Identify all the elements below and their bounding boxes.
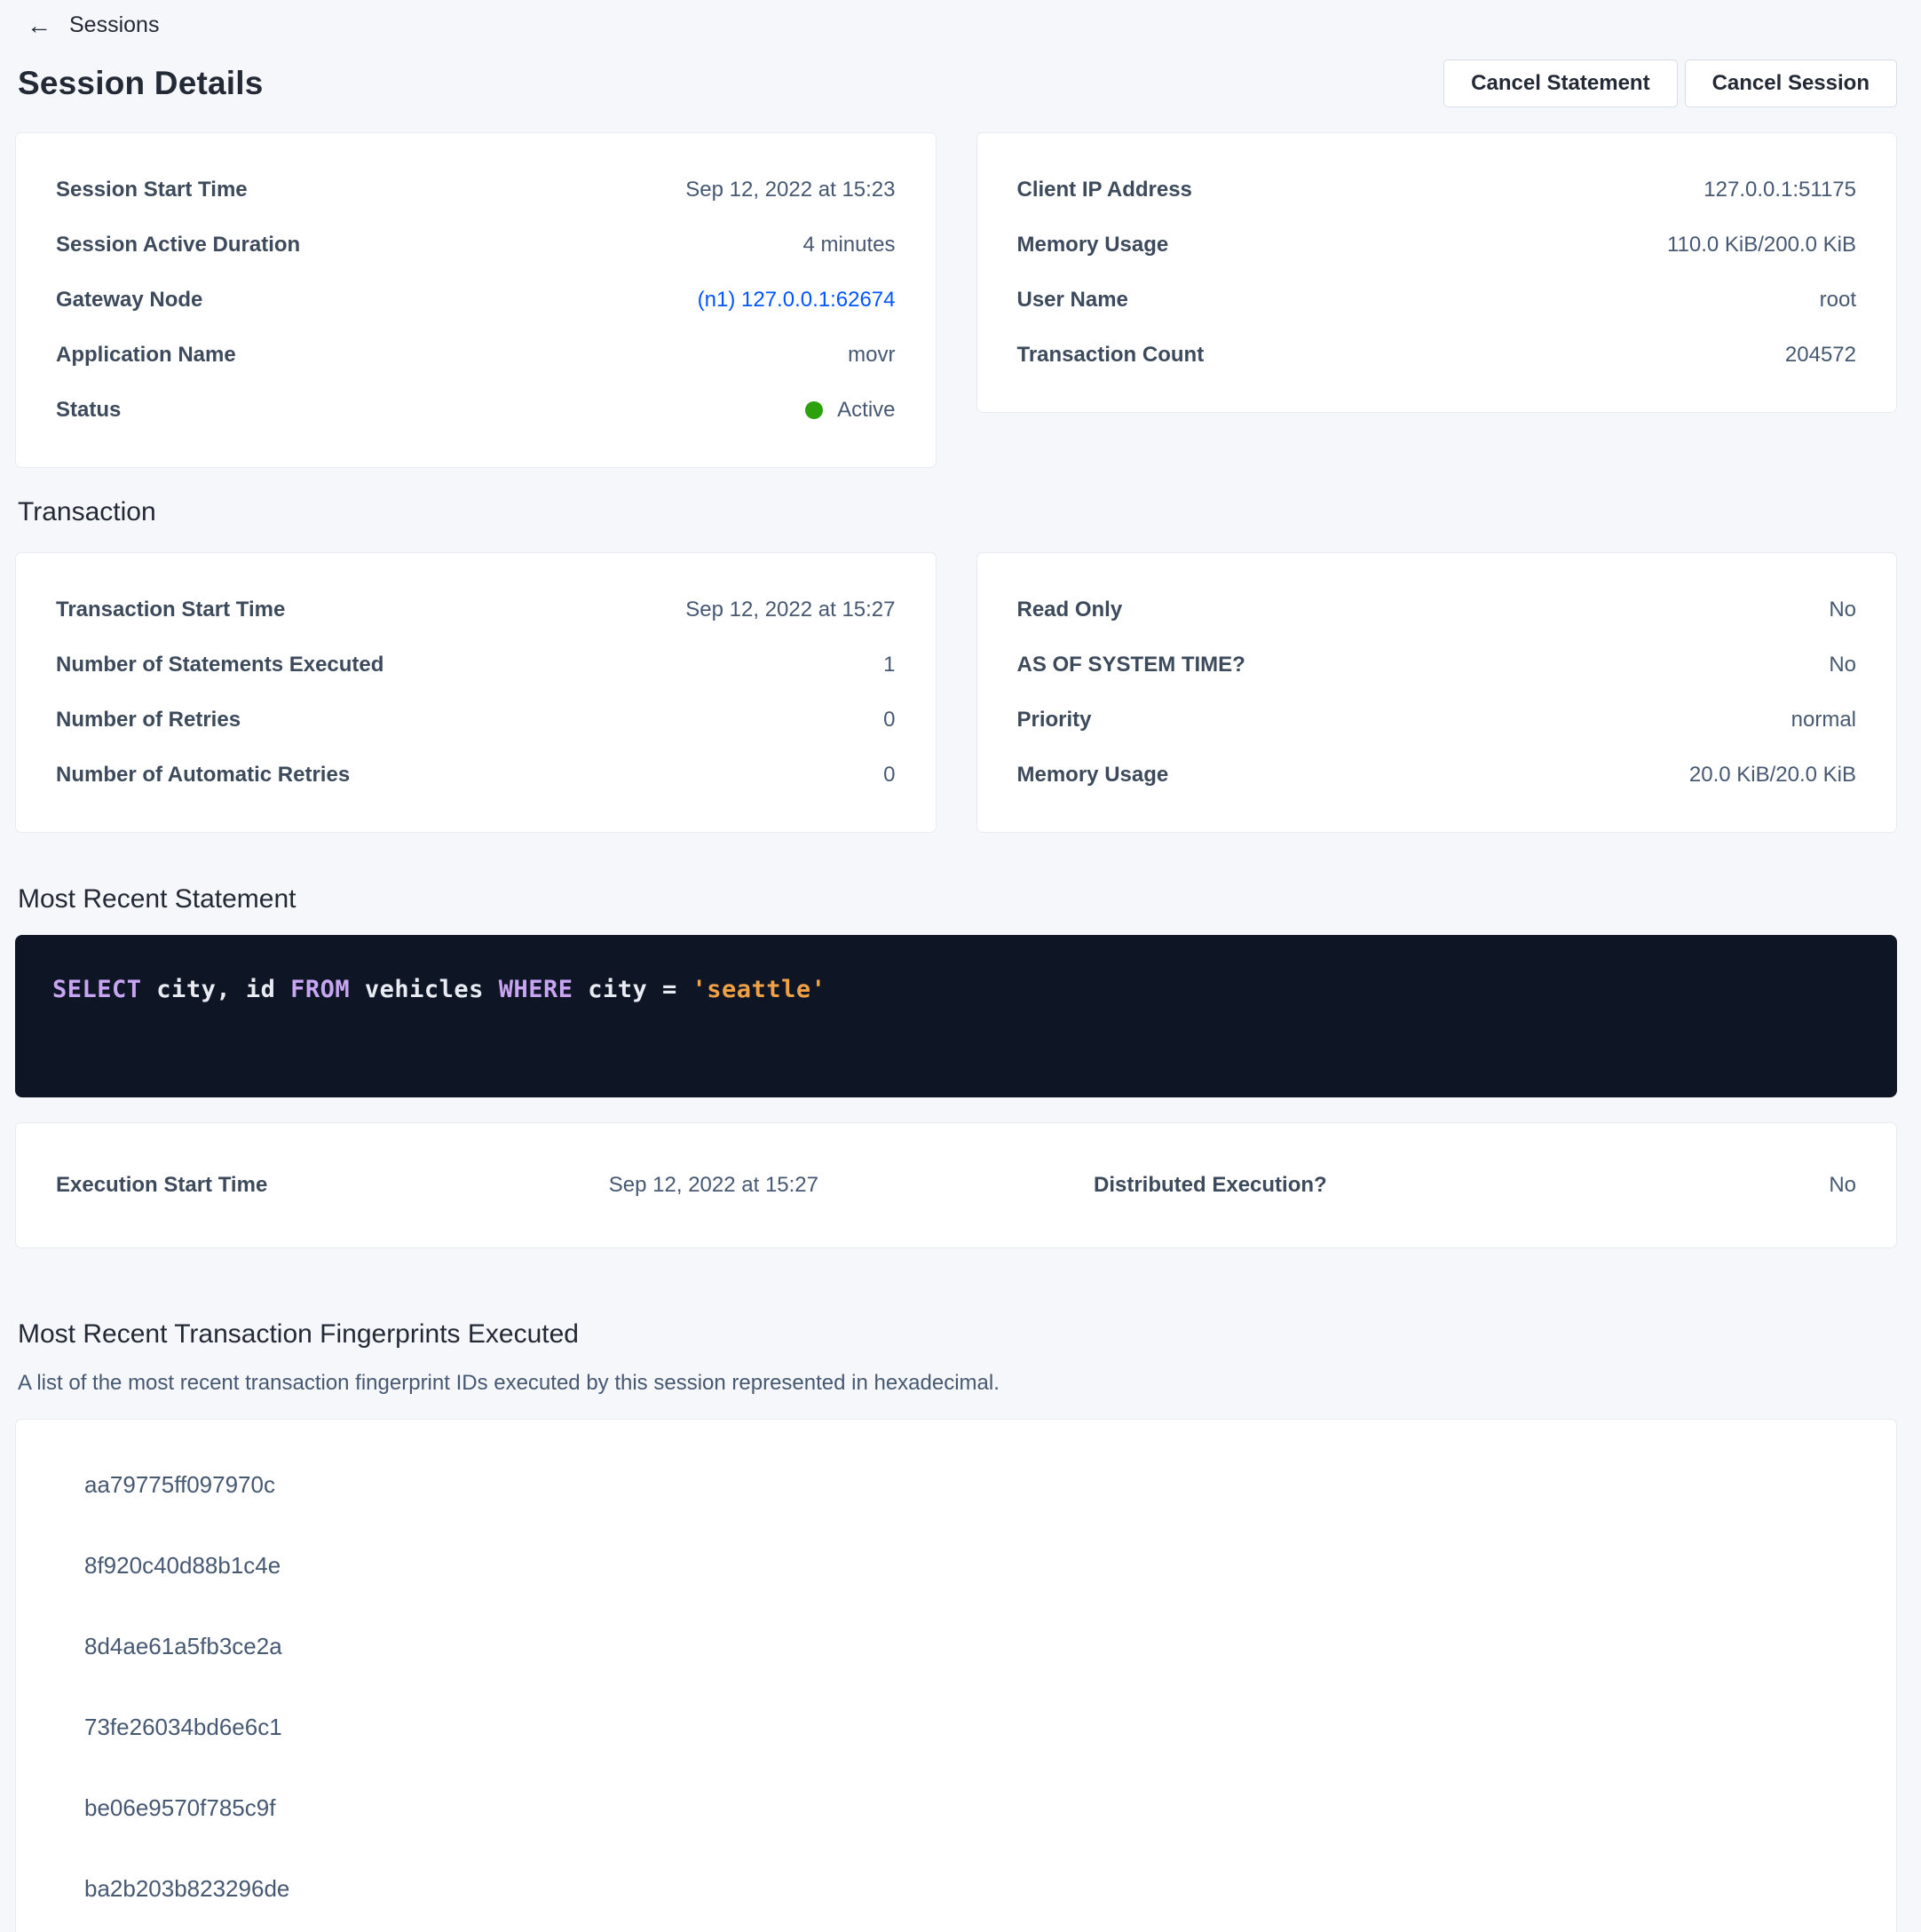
fingerprints-description: A list of the most recent transaction fi… [15, 1371, 1897, 1396]
row-value: movr [848, 341, 895, 369]
sql-keyword: FROM [290, 976, 350, 1003]
transaction-start-time-row: Transaction Start Time Sep 12, 2022 at 1… [56, 582, 896, 637]
cancel-session-button[interactable]: Cancel Session [1685, 59, 1897, 107]
row-label: Status [56, 396, 121, 424]
retries-row: Number of Retries 0 [56, 693, 896, 748]
statements-executed-row: Number of Statements Executed 1 [56, 637, 896, 693]
row-value: No [1829, 651, 1856, 679]
row-label: Transaction Count [1017, 341, 1205, 369]
fingerprint-list-item: 8d4ae61a5fb3ce2a [56, 1606, 1856, 1687]
arrow-left-icon: ← [27, 13, 51, 38]
row-label: Distributed Execution? [1094, 1173, 1327, 1198]
transaction-card-right: Read Only No AS OF SYSTEM TIME? No Prior… [976, 552, 1898, 833]
header-actions: Cancel Statement Cancel Session [1443, 59, 1897, 107]
row-value: 0 [883, 706, 895, 734]
row-value: Sep 12, 2022 at 15:27 [609, 1173, 818, 1198]
distributed-execution-row: Distributed Execution? No [1094, 1173, 1856, 1198]
row-value: Sep 12, 2022 at 15:27 [685, 596, 895, 624]
sql-keyword: SELECT [52, 976, 142, 1003]
row-label: Transaction Start Time [56, 596, 285, 624]
sql-text: vehicles [350, 976, 499, 1003]
execution-details-grid: Execution Start Time Sep 12, 2022 at 15:… [56, 1173, 1856, 1198]
gateway-node-link[interactable]: (n1) 127.0.0.1:62674 [698, 286, 896, 314]
row-value: 204572 [1785, 341, 1856, 369]
row-label: Priority [1017, 706, 1092, 734]
client-ip-row: Client IP Address 127.0.0.1:51175 [1017, 162, 1857, 218]
fingerprint-list-item: ba2b203b823296de [56, 1849, 1856, 1929]
session-summary-card-left: Session Start Time Sep 12, 2022 at 15:23… [15, 132, 937, 468]
execution-details-card: Execution Start Time Sep 12, 2022 at 15:… [15, 1122, 1897, 1248]
page-title: Session Details [15, 65, 264, 102]
gateway-node-row: Gateway Node (n1) 127.0.0.1:62674 [56, 273, 896, 328]
sql-string-literal: 'seattle' [692, 976, 826, 1003]
fingerprints-card: aa79775ff097970c 8f920c40d88b1c4e 8d4ae6… [15, 1419, 1897, 1932]
priority-row: Priority normal [1017, 693, 1857, 748]
execution-start-time-row: Execution Start Time Sep 12, 2022 at 15:… [56, 1173, 818, 1198]
fingerprint-list-item: 73fe26034bd6e6c1 [56, 1687, 1856, 1768]
status-badge: Active [805, 396, 895, 424]
row-label: Memory Usage [1017, 761, 1169, 789]
read-only-row: Read Only No [1017, 582, 1857, 637]
status-active-dot-icon [805, 401, 823, 419]
row-value: No [1829, 1173, 1856, 1198]
memory-usage-row: Memory Usage 110.0 KiB/200.0 KiB [1017, 218, 1857, 273]
row-label: Client IP Address [1017, 176, 1192, 204]
statement-section-title: Most Recent Statement [15, 884, 1897, 915]
row-label: Application Name [56, 341, 236, 369]
sql-keyword: WHERE [499, 976, 573, 1003]
row-label: Number of Retries [56, 706, 241, 734]
transaction-card-left: Transaction Start Time Sep 12, 2022 at 1… [15, 552, 937, 833]
row-value: 20.0 KiB/20.0 KiB [1689, 761, 1856, 789]
session-summary-section: Session Start Time Sep 12, 2022 at 15:23… [15, 132, 1897, 468]
sql-statement-box: SELECT city, id FROM vehicles WHERE city… [15, 935, 1897, 1097]
row-value: 110.0 KiB/200.0 KiB [1667, 231, 1856, 259]
row-label: Number of Automatic Retries [56, 761, 350, 789]
transaction-section: Transaction Start Time Sep 12, 2022 at 1… [15, 552, 1897, 833]
row-label: Gateway Node [56, 286, 202, 314]
user-name-row: User Name root [1017, 273, 1857, 328]
row-value: normal [1791, 706, 1856, 734]
sql-text: city = [573, 976, 692, 1003]
row-value: 1 [883, 651, 895, 679]
row-value: No [1829, 596, 1856, 624]
transaction-section-title: Transaction [15, 497, 1897, 527]
row-label: AS OF SYSTEM TIME? [1017, 651, 1245, 679]
fingerprint-list-item: be06e9570f785c9f [56, 1768, 1856, 1849]
row-label: Number of Statements Executed [56, 651, 383, 679]
application-name-row: Application Name movr [56, 328, 896, 383]
transaction-count-row: Transaction Count 204572 [1017, 328, 1857, 383]
row-value: 0 [883, 761, 895, 789]
row-label: Memory Usage [1017, 231, 1169, 259]
breadcrumb-back-sessions[interactable]: ← Sessions [15, 12, 159, 38]
row-label: Session Start Time [56, 176, 248, 204]
breadcrumb-label: Sessions [69, 12, 159, 38]
row-value: 4 minutes [802, 231, 895, 259]
as-of-system-time-row: AS OF SYSTEM TIME? No [1017, 637, 1857, 693]
fingerprint-list-item: 8f920c40d88b1c4e [56, 1525, 1856, 1606]
status-value: Active [837, 396, 895, 424]
session-start-time-row: Session Start Time Sep 12, 2022 at 15:23 [56, 162, 896, 218]
row-label: User Name [1017, 286, 1128, 314]
session-active-duration-row: Session Active Duration 4 minutes [56, 218, 896, 273]
row-value: Sep 12, 2022 at 15:23 [685, 176, 895, 204]
automatic-retries-row: Number of Automatic Retries 0 [56, 748, 896, 803]
session-details-page: ← Sessions Session Details Cancel Statem… [0, 0, 1921, 1932]
status-row: Status Active [56, 383, 896, 438]
fingerprints-section-title: Most Recent Transaction Fingerprints Exe… [15, 1319, 1897, 1350]
row-label: Read Only [1017, 596, 1123, 624]
sql-text: city, id [142, 976, 291, 1003]
row-label: Execution Start Time [56, 1173, 267, 1198]
fingerprint-list-item: aa79775ff097970c [56, 1445, 1856, 1525]
page-header: Session Details Cancel Statement Cancel … [15, 59, 1897, 107]
row-label: Session Active Duration [56, 231, 300, 259]
txn-memory-usage-row: Memory Usage 20.0 KiB/20.0 KiB [1017, 748, 1857, 803]
row-value: root [1820, 286, 1856, 314]
cancel-statement-button[interactable]: Cancel Statement [1443, 59, 1677, 107]
session-summary-card-right: Client IP Address 127.0.0.1:51175 Memory… [976, 132, 1898, 413]
row-value: 127.0.0.1:51175 [1704, 176, 1856, 204]
